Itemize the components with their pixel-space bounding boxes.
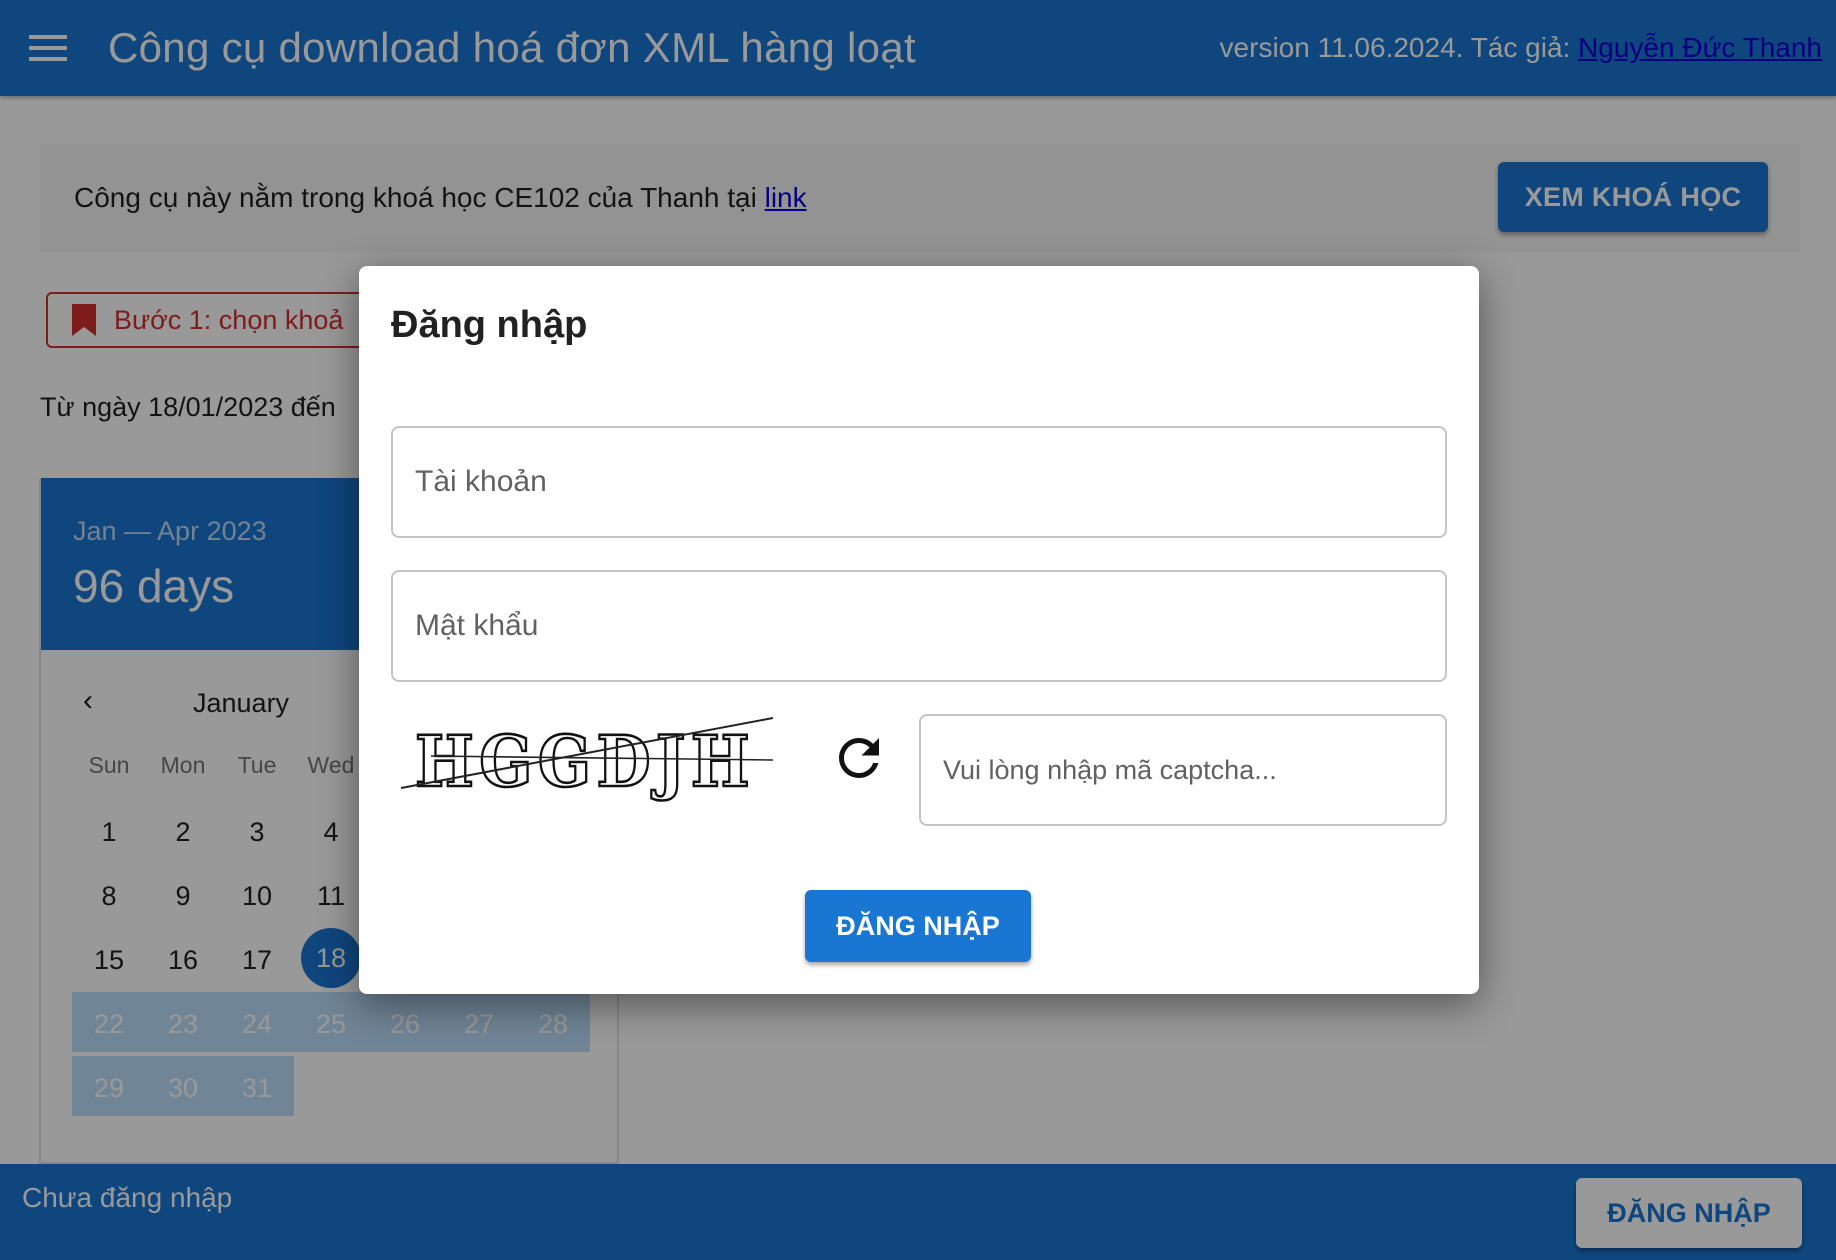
captcha-field	[919, 714, 1447, 826]
login-dialog: Đăng nhập HGGDJH ĐĂNG NHẬP	[359, 266, 1479, 994]
password-input[interactable]	[393, 572, 1445, 680]
captcha-glyphs: HGGDJH	[415, 720, 755, 802]
dialog-title: Đăng nhập	[391, 304, 588, 346]
refresh-icon[interactable]	[829, 728, 889, 788]
captcha-image: HGGDJH	[401, 717, 773, 802]
password-field	[391, 570, 1447, 682]
dialog-login-button[interactable]: ĐĂNG NHẬP	[805, 890, 1031, 962]
account-input[interactable]	[393, 428, 1445, 536]
account-field	[391, 426, 1447, 538]
captcha-input[interactable]	[921, 716, 1445, 824]
